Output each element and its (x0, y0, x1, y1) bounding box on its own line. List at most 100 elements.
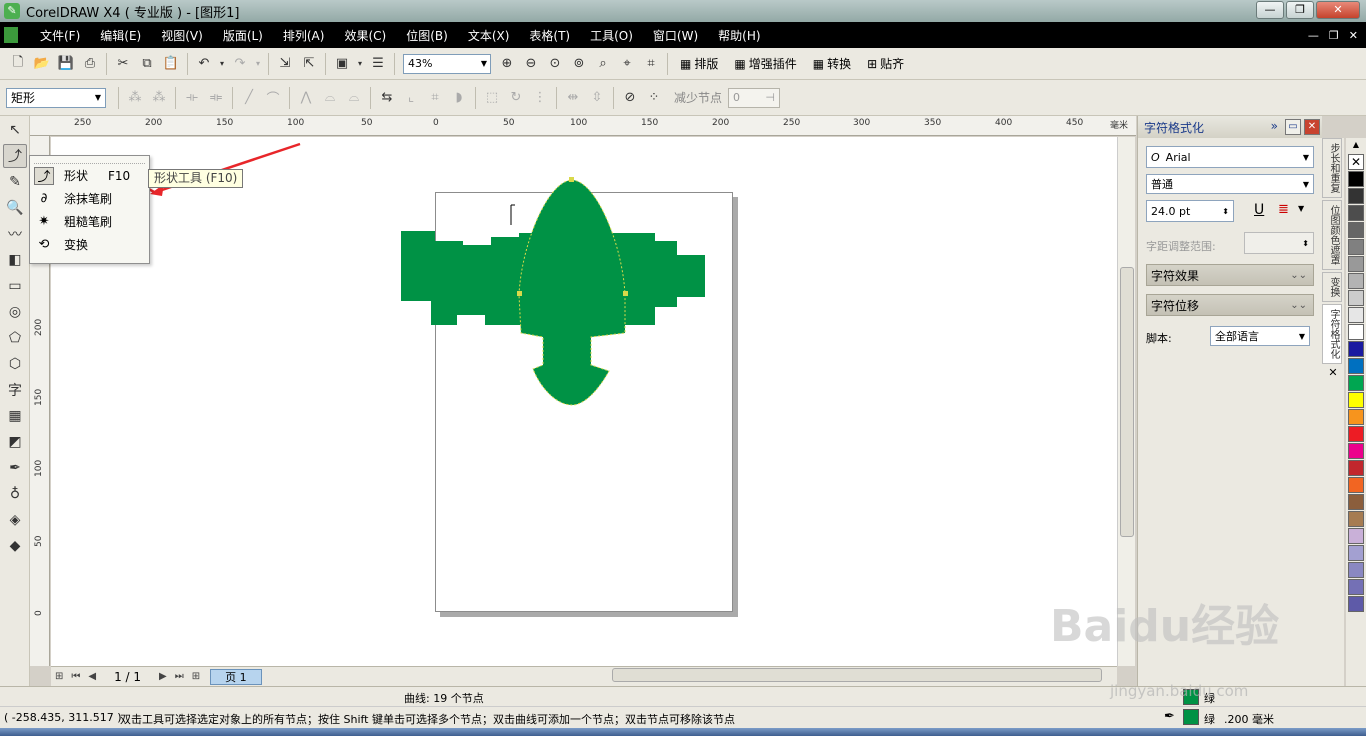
basic-shapes-tool-icon[interactable]: ⬡ (3, 352, 27, 376)
undo-dropdown-icon[interactable]: ▾ (216, 52, 228, 76)
tab-bitmap-color-mask[interactable]: 位图颜色遮罩 (1322, 200, 1342, 270)
open-icon[interactable]: 📂 (30, 52, 54, 76)
join-nodes-icon[interactable]: ⟛ (180, 86, 204, 110)
last-page-icon[interactable]: ⏭ (171, 671, 188, 682)
delete-node-icon[interactable]: ⁂ (147, 86, 171, 110)
import-icon[interactable]: ⇲ (273, 52, 297, 76)
restore-button[interactable]: ❐ (1286, 1, 1314, 19)
color-swatch[interactable] (1348, 409, 1364, 425)
color-swatch[interactable] (1348, 477, 1364, 493)
outline-color-swatch[interactable] (1183, 709, 1199, 725)
text-tool-icon[interactable]: 字 (3, 378, 27, 402)
vertical-scroll-thumb[interactable] (1120, 267, 1134, 537)
align-nodes-icon[interactable]: ⋮ (528, 86, 552, 110)
export-icon[interactable]: ⇱ (297, 52, 321, 76)
selection-mode-select[interactable]: 矩形 ▼ (6, 87, 106, 108)
node-handle[interactable] (623, 291, 628, 296)
menu-table[interactable]: 表格(T) (519, 27, 580, 44)
menu-window[interactable]: 窗口(W) (643, 27, 708, 44)
convert-to-line-icon[interactable]: ╱ (237, 86, 261, 110)
font-family-select[interactable]: O Arial ▼ (1146, 146, 1314, 168)
flyout-item-transform[interactable]: ⟲ 变换 (30, 233, 149, 256)
convert-to-curve-icon[interactable]: ⌒ (261, 86, 285, 110)
symmetrical-node-icon[interactable]: ⌓ (342, 86, 366, 110)
pick-tool-icon[interactable]: ↖ (3, 118, 27, 142)
polygon-tool-icon[interactable]: ⬠ (3, 326, 27, 350)
crop-tool-icon[interactable]: ✎ (3, 170, 27, 194)
convert-button[interactable]: ▦ 转换 (805, 55, 859, 72)
palette-scroll-up-icon[interactable]: ▲ (1348, 140, 1364, 152)
color-swatch[interactable] (1348, 171, 1364, 187)
rotate-nodes-icon[interactable]: ↻ (504, 86, 528, 110)
spin-icon[interactable]: ⬍ (1222, 207, 1229, 216)
snap-button[interactable]: ⊞ 贴齐 (859, 55, 912, 72)
character-effects-section[interactable]: 字符效果 ⌄⌄ (1146, 264, 1314, 286)
docker-close-button[interactable]: ✕ (1304, 119, 1320, 135)
doc-minimize-button[interactable]: — (1308, 29, 1319, 42)
color-swatch[interactable] (1348, 205, 1364, 221)
tab-step-and-repeat[interactable]: 步长和重复 (1322, 138, 1342, 198)
paste-icon[interactable]: 📋 (159, 52, 183, 76)
extend-curve-icon[interactable]: ⌞ (399, 86, 423, 110)
cut-icon[interactable]: ✂ (111, 52, 135, 76)
zoom-page-icon[interactable]: ⌕ (591, 52, 615, 76)
add-page-after-icon[interactable]: ⊞ (188, 671, 204, 682)
reduce-nodes-label[interactable]: 减少节点 (674, 89, 722, 106)
color-swatch[interactable] (1348, 562, 1364, 578)
menu-text[interactable]: 文本(X) (458, 27, 520, 44)
enhance-plugin-button[interactable]: ▦ 增强插件 (726, 55, 804, 72)
doc-close-button[interactable]: ✕ (1349, 29, 1358, 42)
zoom-page-width-icon[interactable]: ⌖ (615, 52, 639, 76)
node-handle[interactable] (569, 177, 574, 182)
color-swatch[interactable] (1348, 443, 1364, 459)
color-swatch[interactable] (1348, 579, 1364, 595)
menu-edit[interactable]: 编辑(E) (90, 27, 151, 44)
auto-close-icon[interactable]: ◗ (447, 86, 471, 110)
font-size-input[interactable]: 24.0 pt ⬍ (1146, 200, 1234, 222)
select-all-nodes-icon[interactable]: ⁘ (642, 86, 666, 110)
zoom-in-icon[interactable]: ⊕ (495, 52, 519, 76)
flyout-item-shape[interactable]: ⤴ 形状 F10 (30, 164, 149, 187)
menu-view[interactable]: 视图(V) (151, 27, 213, 44)
copy-icon[interactable]: ⧉ (135, 52, 159, 76)
color-swatch[interactable] (1348, 222, 1364, 238)
color-swatch[interactable] (1348, 239, 1364, 255)
color-swatch[interactable] (1348, 596, 1364, 612)
fill-tool-icon[interactable]: ◈ (3, 508, 27, 532)
color-swatch[interactable] (1348, 290, 1364, 306)
tab-close-icon[interactable]: ✕ (1322, 366, 1344, 379)
zoom-all-objects-icon[interactable]: ⊚ (567, 52, 591, 76)
eyedropper-tool-icon[interactable]: ✒ (3, 456, 27, 480)
freehand-tool-icon[interactable]: 〰 (3, 222, 27, 246)
color-swatch[interactable] (1348, 324, 1364, 340)
first-page-icon[interactable]: ⏮ (67, 671, 84, 682)
typeset-button[interactable]: ▦ 排版 (672, 55, 726, 72)
color-swatch[interactable] (1348, 545, 1364, 561)
tab-character-formatting[interactable]: 字符格式化 (1322, 304, 1342, 364)
minimize-button[interactable]: — (1256, 1, 1284, 19)
zoom-selected-icon[interactable]: ⊙ (543, 52, 567, 76)
menu-arrange[interactable]: 排列(A) (273, 27, 335, 44)
ellipse-tool-icon[interactable]: ◎ (3, 300, 27, 324)
menu-file[interactable]: 文件(F) (30, 27, 90, 44)
drawing-canvas[interactable] (51, 137, 1117, 666)
flyout-item-roughen-brush[interactable]: ✷ 粗糙笔刷 (30, 210, 149, 233)
zoom-level-select[interactable]: 43% ▼ (403, 53, 491, 74)
color-swatch[interactable] (1348, 494, 1364, 510)
next-page-icon[interactable]: ▶ (155, 671, 171, 682)
mirror-vertical-icon[interactable]: ⇳ (585, 86, 609, 110)
chevron-down-icon[interactable]: ▼ (1298, 204, 1304, 213)
outline-tool-icon[interactable]: ♁ (3, 482, 27, 506)
zoom-out-icon[interactable]: ⊖ (519, 52, 543, 76)
redo-dropdown-icon[interactable]: ▾ (252, 52, 264, 76)
color-swatch[interactable] (1348, 528, 1364, 544)
options-icon[interactable]: ☰ (366, 52, 390, 76)
docker-expand-icon[interactable]: » (1271, 119, 1278, 135)
rectangle-tool-icon[interactable]: ▭ (3, 274, 27, 298)
underline-icon[interactable]: U (1254, 202, 1264, 218)
menu-help[interactable]: 帮助(H) (708, 27, 770, 44)
save-icon[interactable]: 💾 (54, 52, 78, 76)
elastic-mode-icon[interactable]: ⊘ (618, 86, 642, 110)
green-bulb-shape[interactable] (518, 179, 626, 406)
doc-restore-button[interactable]: ❐ (1329, 29, 1339, 42)
